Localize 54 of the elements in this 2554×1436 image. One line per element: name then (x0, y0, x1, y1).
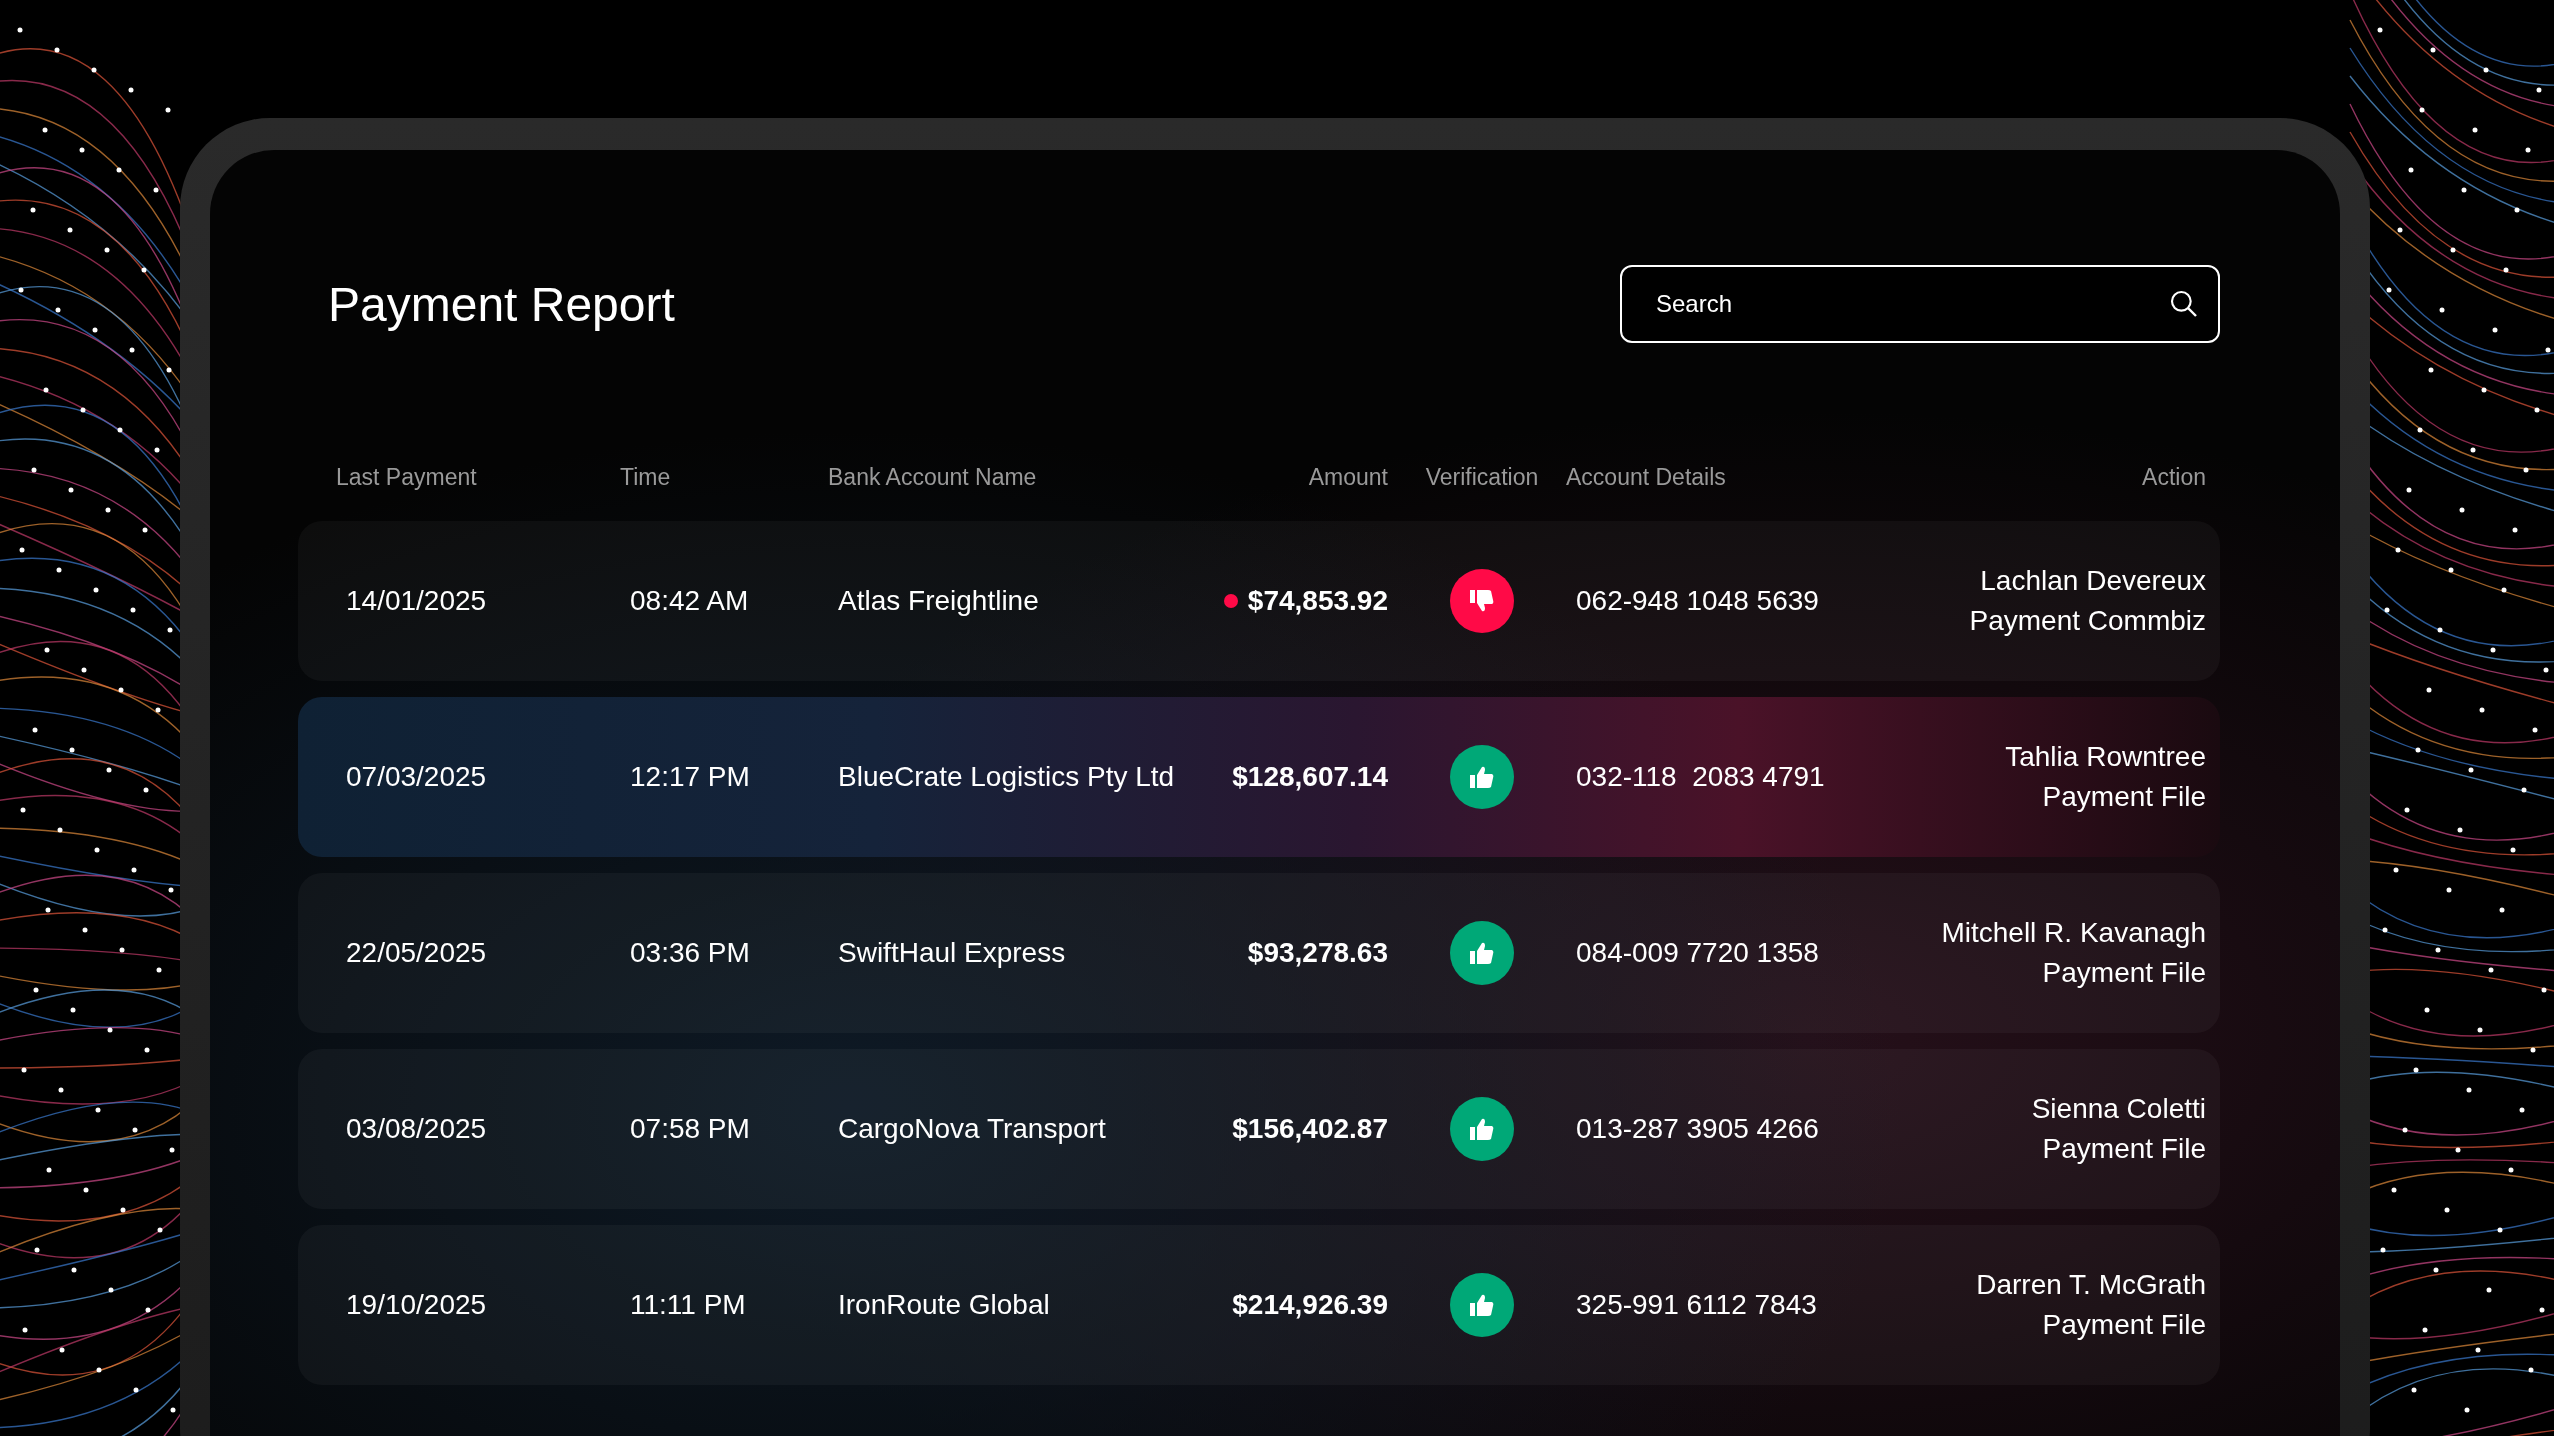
action-person: Lachlan Devereux (1980, 565, 2206, 597)
search-field[interactable]: Search (1620, 265, 2220, 343)
column-header: Action (2142, 463, 2206, 491)
action-file: Payment Commbiz (1969, 605, 2206, 637)
payment-row[interactable]: 19/10/2025 11:11 PM IronRoute Global $214,926.39 325-991 6112 7843 Darren T. McGrath Payment File (298, 1225, 2220, 1385)
action-person: Tahlia Rowntree (2005, 741, 2206, 773)
thumbs-up-icon (1469, 1117, 1495, 1141)
action-file: Payment File (2042, 1133, 2206, 1165)
amount-cell: $128,607.14 (1232, 761, 1388, 793)
action-person: Mitchell R. Kavanagh (1941, 917, 2206, 949)
amount-cell: $93,278.63 (1247, 937, 1388, 969)
amount-cell: $156,402.87 (1232, 1113, 1388, 1145)
column-header: Verification (1425, 463, 1539, 491)
date-cell-text: 22/05/2025 (346, 937, 488, 969)
date-cell-text: 03/08/2025 (346, 1113, 488, 1145)
thumbs-up-icon (1469, 765, 1495, 789)
date-cell-text: 19/10/2025 (346, 1289, 488, 1321)
payment-row[interactable]: 14/01/2025 08:42 AM Atlas Freightline $74,853.92 062-948 1048 5639 Lachlan Devereux Payment Commbiz (298, 521, 2220, 681)
account-name-cell-text: Atlas Freightline (838, 585, 1040, 617)
account-name-cell-text: CargoNova Transport (838, 1113, 1107, 1145)
payment-row[interactable]: 07/03/2025 12:17 PM BlueCrate Logistics Pty Ltd $128,607.14 032-118 2083 4791 Tahlia Rowntree Payment File (298, 697, 2220, 857)
page-title: Payment Report (328, 276, 675, 332)
account-name-cell-text: IronRoute Global (838, 1289, 1051, 1321)
payment-row[interactable]: 03/08/2025 07:58 PM CargoNova Transport $156,402.87 013-287 3905 4266 Sienna Coletti Payment File (298, 1049, 2220, 1209)
account-name-cell-text: SwiftHaul Express (838, 937, 1067, 969)
action-person: Sienna Coletti (2031, 1093, 2206, 1125)
time-cell-text: 07:58 PM (630, 1113, 751, 1145)
amount-cell: $214,926.39 (1232, 1289, 1388, 1321)
action-file: Payment File (2042, 781, 2206, 813)
account-details-cell-text: 084-009 7720 1358 (1576, 937, 1820, 969)
action-person: Darren T. McGrath (1976, 1269, 2206, 1301)
time-cell-text: 12:17 PM (630, 761, 751, 793)
action-file: Payment File (2042, 1309, 2206, 1341)
amount-cell: $74,853.92 (1247, 585, 1388, 617)
column-header: Time (620, 463, 671, 491)
account-details-cell-text: 013-287 3905 4266 (1576, 1113, 1820, 1145)
column-header: Last Payment (336, 463, 477, 491)
time-cell-text: 03:36 PM (630, 937, 751, 969)
column-header: Bank Account Name (828, 463, 1037, 491)
account-details-cell-text: 062-948 1048 5639 (1576, 585, 1820, 617)
account-details-cell-text: 032-118 2083 4791 (1576, 761, 1826, 793)
time-cell-text: 08:42 AM (630, 585, 750, 617)
account-name-cell-text: BlueCrate Logistics Pty Ltd (838, 761, 1176, 793)
thumbs-up-icon (1469, 1293, 1495, 1317)
action-file: Payment File (2042, 957, 2206, 989)
column-header: Account Details (1566, 463, 1726, 491)
payment-row[interactable]: 22/05/2025 03:36 PM SwiftHaul Express $93,278.63 084-009 7720 1358 Mitchell R. Kavanagh Payment File (298, 873, 2220, 1033)
column-header: Amount (1308, 463, 1388, 491)
thumbs-down-icon (1469, 589, 1495, 613)
date-cell-text: 07/03/2025 (346, 761, 488, 793)
account-details-cell-text: 325-991 6112 7843 (1576, 1289, 1818, 1321)
time-cell-text: 11:11 PM (630, 1289, 747, 1321)
date-cell-text: 14/01/2025 (346, 585, 488, 617)
thumbs-up-icon (1469, 941, 1495, 965)
